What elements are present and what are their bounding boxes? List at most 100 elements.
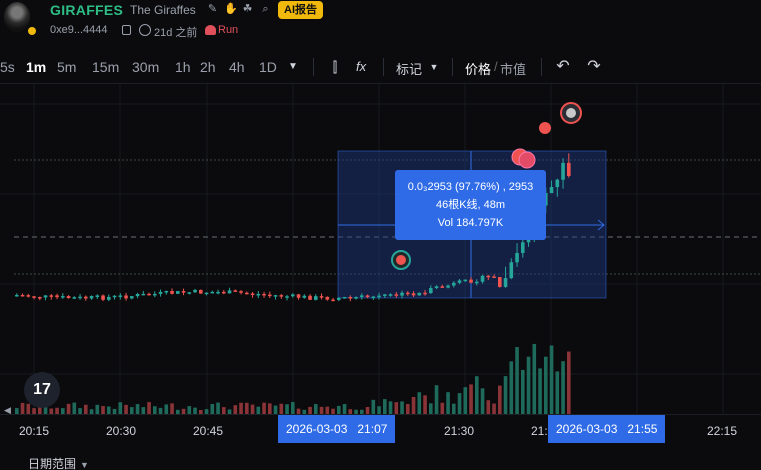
candle [199,289,203,294]
ai-report-button[interactable]: AI报告 [278,1,323,19]
volume-bar [394,402,399,414]
volume-bar [371,399,376,414]
candle [291,294,295,297]
volume-bar [515,347,519,414]
volume-bar [406,404,410,414]
volume-bar [256,406,261,414]
marker-avatar [396,255,406,265]
edit-icon[interactable]: ✎ [206,3,219,16]
volume-bar [268,403,272,414]
timeframe-2h[interactable]: 2h [200,59,216,75]
volume-bar [164,404,169,414]
candle [153,293,157,296]
mcap-toggle[interactable]: 市值 [500,59,526,78]
volume-bar [130,407,134,414]
marker-menu[interactable]: 标记 [396,59,422,78]
candle [406,292,410,295]
timeframe-1m[interactable]: 1m [26,59,46,75]
volume-bar [101,406,105,414]
run-label[interactable]: Run [218,24,238,36]
timeframe-4h[interactable]: 4h [229,59,245,75]
tooltip-bars-duration: 46根K线, 48m [435,199,506,211]
volume-bar [526,356,531,414]
volume-bar [222,407,226,414]
candle [112,295,117,298]
volume-bar [66,403,71,414]
chart-canvas[interactable] [0,84,761,414]
sell-marker-icon[interactable] [539,122,551,134]
timeframe-15m[interactable]: 15m [92,59,119,75]
volume-bar [118,402,123,414]
candle [164,290,169,293]
candle [158,291,163,294]
volume-bar [84,404,88,414]
date-range-selector[interactable]: 日期范围 ▼ [28,455,89,470]
candle [101,295,105,300]
candle [331,299,335,302]
candle [262,293,266,296]
candle [187,292,192,294]
volume-bar [538,368,542,414]
candle [411,293,416,296]
sell-marker-icon[interactable] [518,151,536,169]
volume-bar [423,395,427,414]
volume-bar [480,388,485,414]
undo-icon[interactable]: ↶ [553,57,573,77]
volume-bar [285,404,289,414]
search-icon[interactable]: ⌕ [259,3,272,16]
tradingview-logo[interactable]: 17 [24,372,60,408]
redo-icon[interactable]: ↷ [584,57,604,77]
run-icon [205,25,216,35]
community-icon[interactable]: ☘ [241,3,254,16]
time-axis[interactable]: 20:15 20:30 20:45 21:30 21: 22:15 2026-0… [0,414,761,446]
candle [72,297,77,299]
tooltip-price-change: 0.0₃2953 (97.76%) , 2953 [407,181,534,193]
timeframe-dropdown-icon[interactable]: ▼ [283,57,303,77]
candle [360,295,364,298]
volume-bar [319,406,324,414]
candle [423,292,427,295]
candle [147,293,151,296]
volume-bar [521,369,525,414]
volume-bar [486,400,491,414]
volume-bar [147,402,151,414]
volume-bar [567,351,571,414]
candle [377,295,381,298]
token-header: GIRAFFES The Giraffes ✎ ✋ ☘ ⌕ AI报告 0xe9.… [0,0,761,46]
candle [365,295,370,298]
price-toggle[interactable]: 价格 [465,59,491,78]
candle-type-icon[interactable]: ⫿ [325,57,345,77]
indicators-button[interactable]: fx [356,59,366,74]
chain-badge-icon [26,25,38,37]
timeframe-5s[interactable]: 5s [0,59,15,75]
volume-bar [555,371,560,414]
candle [480,275,485,282]
candle [170,290,174,294]
chevron-down-icon: ▼ [80,460,89,470]
volume-bar [314,404,318,414]
price-chart[interactable]: 0.0₃2953 (97.76%) , 2953 46根K线, 48m Vol … [0,84,761,414]
timeframe-5m[interactable]: 5m [57,59,76,75]
candle [342,297,347,299]
volume-bar [135,404,140,414]
date-range-label: 日期范围 [28,457,77,470]
copy-icon[interactable] [122,25,131,35]
candle [446,285,450,288]
timeframe-1h[interactable]: 1h [175,59,191,75]
candle [429,288,433,293]
candle [15,294,19,297]
toolbar-divider [541,58,542,76]
timeframe-30m[interactable]: 30m [132,59,159,75]
toggle-slash: / [494,59,498,74]
candle [95,295,100,297]
volume-bar [388,401,393,414]
volume-bar [279,403,284,414]
timeframe-1d[interactable]: 1D [259,59,277,75]
volume-bar [365,406,370,414]
marker-dropdown-icon[interactable]: ▼ [424,57,444,77]
candle [285,296,289,298]
volume-bar [216,402,220,414]
candle [250,293,255,296]
candle [181,291,186,293]
hand-icon[interactable]: ✋ [224,3,238,16]
